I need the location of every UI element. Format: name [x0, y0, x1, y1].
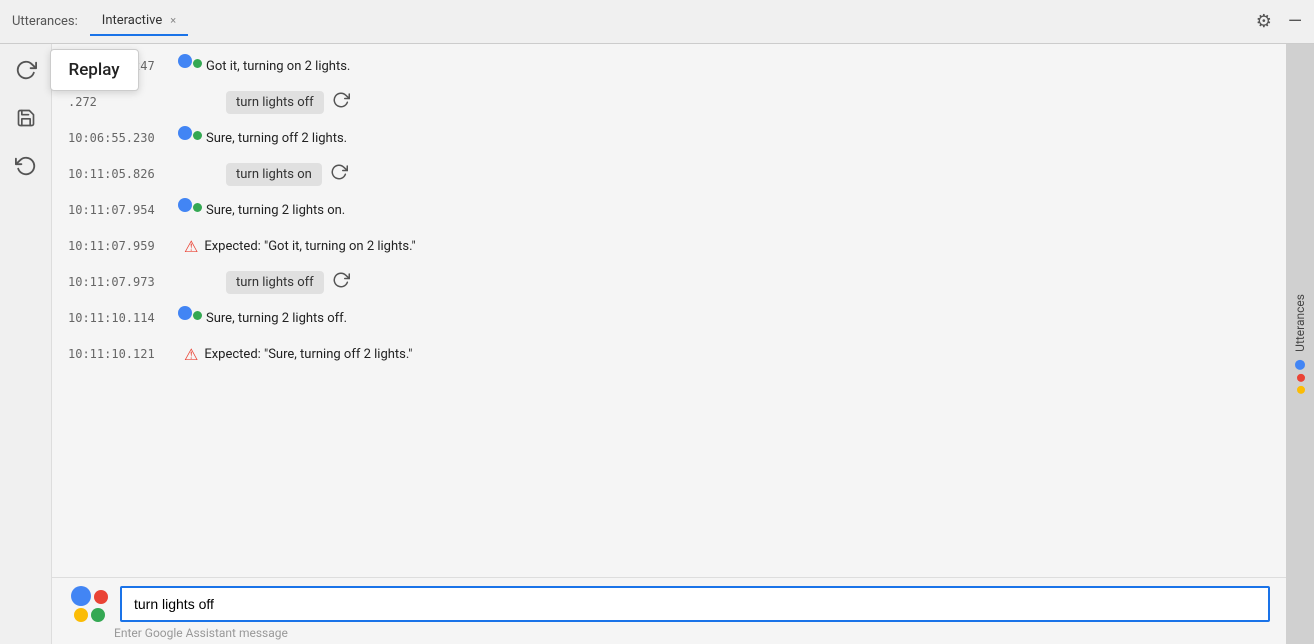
table-row: 10:06:55.230 Sure, turning off 2 lights.: [52, 120, 1286, 156]
user-input-row: turn lights off: [226, 91, 350, 114]
table-row: .272 turn lights off: [52, 84, 1286, 120]
table-row: 10:11:07.973 turn lights off: [52, 264, 1286, 300]
right-sidebar-dots: [1295, 360, 1305, 394]
left-sidebar: Replay: [0, 44, 52, 644]
error-icon: ⚠: [184, 345, 198, 364]
table-row: 10:11:07.954 Sure, turning 2 lights on.: [52, 192, 1286, 228]
assistant-message-input[interactable]: [120, 586, 1270, 622]
input-row: [68, 586, 1270, 622]
utterances-label: Utterances:: [12, 14, 78, 29]
user-input-row: turn lights off: [226, 271, 350, 294]
title-bar-icons: ⚙ —: [1256, 11, 1302, 32]
user-input-box: turn lights on: [226, 163, 322, 186]
message-text: Sure, turning 2 lights off.: [206, 311, 347, 326]
timestamp: 10:11:05.826: [68, 167, 178, 181]
timestamp: 10:06:55.230: [68, 131, 178, 145]
replay-button[interactable]: Replay: [8, 52, 44, 88]
assistant-avatar: [178, 198, 206, 222]
table-row: 10:11:10.121 ⚠ Expected: "Sure, turning …: [52, 336, 1286, 372]
title-bar: Utterances: Interactive × ⚙ —: [0, 0, 1314, 44]
message-text: Sure, turning off 2 lights.: [206, 131, 347, 146]
message-text: Expected: "Got it, turning on 2 lights.": [204, 239, 415, 254]
timestamp: 10:11:10.114: [68, 311, 178, 325]
undo-button[interactable]: [8, 148, 44, 184]
user-input-box: turn lights off: [226, 271, 324, 294]
user-input-box: turn lights off: [226, 91, 324, 114]
replay-tooltip: Replay: [50, 49, 139, 91]
timestamp: 10:11:07.959: [68, 239, 178, 253]
message-text: Sure, turning 2 lights on.: [206, 203, 345, 218]
replay-icon[interactable]: [332, 91, 350, 113]
table-row: 10:11:07.959 ⚠ Expected: "Got it, turnin…: [52, 228, 1286, 264]
tab-close-button[interactable]: ×: [170, 14, 176, 27]
messages-list: 10:04:36.247 Got it, turning on 2 lights…: [52, 44, 1286, 577]
user-input-row: turn lights on: [226, 163, 348, 186]
table-row: 10:11:10.114 Sure, turning 2 lights off.: [52, 300, 1286, 336]
main-layout: Replay 10:04:36.247: [0, 44, 1314, 644]
assistant-avatar: [178, 306, 206, 330]
timestamp: .272: [68, 95, 178, 109]
content-area: 10:04:36.247 Got it, turning on 2 lights…: [52, 44, 1286, 644]
message-text: Expected: "Sure, turning off 2 lights.": [204, 347, 412, 362]
replay-icon[interactable]: [332, 271, 350, 293]
tab-label: Interactive: [102, 13, 162, 28]
save-button[interactable]: [8, 100, 44, 136]
message-text: Got it, turning on 2 lights.: [206, 59, 350, 74]
timestamp: 10:11:07.973: [68, 275, 178, 289]
minimize-icon[interactable]: —: [1288, 11, 1302, 32]
assistant-large-avatar: [68, 586, 110, 622]
input-hint: Enter Google Assistant message: [114, 626, 1270, 640]
replay-icon[interactable]: [330, 163, 348, 185]
assistant-avatar: [178, 126, 206, 150]
input-area: Enter Google Assistant message: [52, 577, 1286, 644]
right-sidebar[interactable]: Utterances: [1286, 44, 1314, 644]
table-row: 10:04:36.247 Got it, turning on 2 lights…: [52, 48, 1286, 84]
assistant-avatar: [178, 54, 206, 78]
right-sidebar-label: Utterances: [1293, 294, 1307, 394]
settings-icon[interactable]: ⚙: [1256, 11, 1272, 32]
table-row: 10:11:05.826 turn lights on: [52, 156, 1286, 192]
interactive-tab[interactable]: Interactive ×: [90, 7, 188, 36]
timestamp: 10:11:07.954: [68, 203, 178, 217]
timestamp: 10:11:10.121: [68, 347, 178, 361]
error-icon: ⚠: [184, 237, 198, 256]
